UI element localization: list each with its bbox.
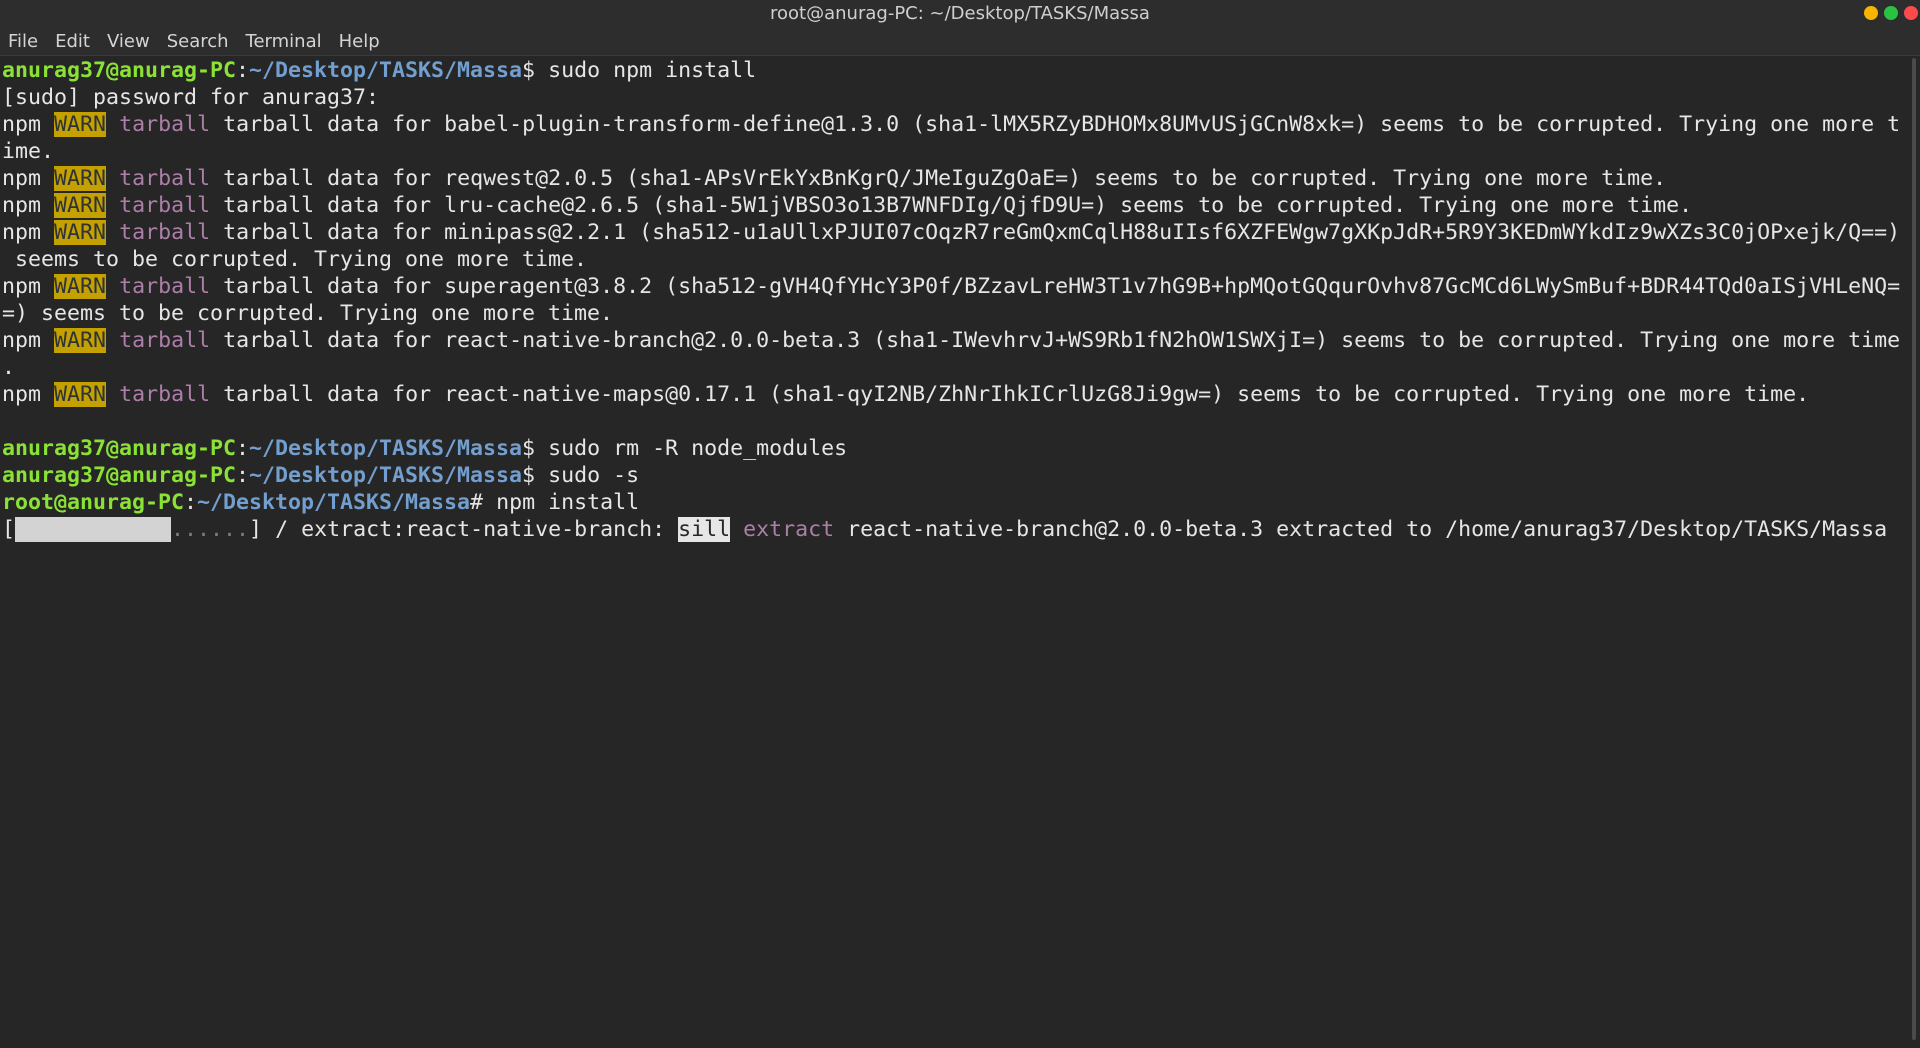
warn-message: tarball data for babel-plugin-transform-… [210, 112, 1901, 137]
warn-badge: WARN [54, 274, 107, 299]
prompt-user: anurag37@anurag-PC [2, 463, 237, 488]
terminal-line: root@anurag-PC:~/Desktop/TASKS/Massa# np… [2, 489, 1902, 516]
npm-label: npm [2, 193, 42, 218]
progress-status: / extract:react-native-branch: [262, 517, 679, 542]
terminal-line: anurag37@anurag-PC:~/Desktop/TASKS/Massa… [2, 435, 1902, 462]
prompt-symbol: $ [522, 463, 536, 488]
npm-label: npm [2, 220, 42, 245]
menu-help[interactable]: Help [339, 31, 380, 52]
prompt-path: ~/Desktop/TASKS/Massa [249, 463, 523, 488]
prompt-user: anurag37@anurag-PC [2, 436, 237, 461]
warn-message: tarball data for lru-cache@2.6.5 (sha1-5… [210, 193, 1693, 218]
extract-tag: extract [730, 517, 835, 542]
command-text: npm install [483, 490, 640, 515]
npm-label: npm [2, 112, 42, 137]
menu-file[interactable]: File [8, 31, 38, 52]
terminal-line: anurag37@anurag-PC:~/Desktop/TASKS/Massa… [2, 462, 1902, 489]
output-text: ime. [2, 139, 55, 164]
terminal-line: [sudo] password for anurag37: [2, 84, 1902, 111]
tarball-tag: tarball [119, 112, 211, 137]
terminal-line: ime. [2, 138, 1902, 165]
output-text: . [2, 355, 16, 380]
prompt-user: anurag37@anurag-PC [2, 58, 237, 83]
sill-badge: sill [678, 517, 731, 542]
warn-message: tarball data for reqwest@2.0.5 (sha1-APs… [210, 166, 1667, 191]
command-text: sudo -s [535, 463, 640, 488]
warn-badge: WARN [54, 112, 107, 137]
npm-label: npm [2, 166, 42, 191]
warn-message: tarball data for minipass@2.2.1 (sha512-… [210, 220, 1901, 245]
title-bar: root@anurag-PC: ~/Desktop/TASKS/Massa [0, 0, 1920, 27]
terminal-line: [############......] / extract:react-nat… [2, 516, 1902, 543]
prompt-symbol: # [470, 490, 484, 515]
prompt-separator: : [236, 58, 250, 83]
terminal-line: . [2, 354, 1902, 381]
npm-label: npm [2, 382, 42, 407]
output-text: seems to be corrupted. Trying one more t… [2, 247, 588, 272]
prompt-path: ~/Desktop/TASKS/Massa [249, 58, 523, 83]
npm-label: npm [2, 328, 42, 353]
prompt-separator: : [236, 436, 250, 461]
command-text: sudo npm install [535, 58, 757, 83]
tarball-tag: tarball [119, 220, 211, 245]
prompt-user: root@anurag-PC [2, 490, 185, 515]
warn-badge: WARN [54, 193, 107, 218]
progress-open: [ [2, 517, 16, 542]
scrollbar[interactable] [1912, 58, 1916, 1040]
tarball-tag: tarball [119, 193, 211, 218]
prompt-separator: : [236, 463, 250, 488]
terminal-line: npm WARN tarball tarball data for babel-… [2, 111, 1902, 138]
close-button[interactable] [1904, 6, 1918, 20]
menu-view[interactable]: View [107, 31, 150, 52]
warn-message: tarball data for react-native-maps@0.17.… [210, 382, 1810, 407]
terminal-line: npm WARN tarball tarball data for react-… [2, 381, 1902, 408]
npm-label: npm [2, 274, 42, 299]
terminal-window: root@anurag-PC: ~/Desktop/TASKS/Massa Fi… [0, 0, 1920, 1048]
terminal-line: =) seems to be corrupted. Trying one mor… [2, 300, 1902, 327]
menu-bar: File Edit View Search Terminal Help [0, 27, 1920, 55]
terminal-line: npm WARN tarball tarball data for react-… [2, 327, 1902, 354]
tarball-tag: tarball [119, 328, 211, 353]
prompt-path: ~/Desktop/TASKS/Massa [197, 490, 471, 515]
minimize-button[interactable] [1864, 6, 1878, 20]
progress-message: react-native-branch@2.0.0-beta.3 extract… [834, 517, 1888, 542]
prompt-separator: : [184, 490, 198, 515]
output-text: =) seems to be corrupted. Trying one mor… [2, 301, 614, 326]
prompt-symbol: $ [522, 58, 536, 83]
menu-terminal[interactable]: Terminal [246, 31, 322, 52]
command-text: sudo rm -R node_modules [535, 436, 848, 461]
terminal-line: seems to be corrupted. Trying one more t… [2, 246, 1902, 273]
terminal-output[interactable]: anurag37@anurag-PC:~/Desktop/TASKS/Massa… [2, 57, 1902, 543]
progress-bar-remaining: ...... [171, 517, 250, 542]
progress-close: ] [249, 517, 263, 542]
terminal-line: anurag37@anurag-PC:~/Desktop/TASKS/Massa… [2, 57, 1902, 84]
tarball-tag: tarball [119, 274, 211, 299]
warn-message: tarball data for superagent@3.8.2 (sha51… [210, 274, 1901, 299]
terminal-line: npm WARN tarball tarball data for supera… [2, 273, 1902, 300]
menu-edit[interactable]: Edit [55, 31, 90, 52]
progress-bar-fill: ############ [15, 517, 172, 542]
output-text: [sudo] password for anurag37: [2, 85, 380, 110]
warn-badge: WARN [54, 382, 107, 407]
tarball-tag: tarball [119, 166, 211, 191]
window-title: root@anurag-PC: ~/Desktop/TASKS/Massa [770, 3, 1150, 24]
warn-badge: WARN [54, 220, 107, 245]
window-controls [1864, 6, 1918, 20]
menu-search[interactable]: Search [167, 31, 229, 52]
warn-message: tarball data for react-native-branch@2.0… [210, 328, 1901, 353]
terminal-line: npm WARN tarball tarball data for minipa… [2, 219, 1902, 246]
terminal-line: npm WARN tarball tarball data for reqwes… [2, 165, 1902, 192]
warn-badge: WARN [54, 166, 107, 191]
warn-badge: WARN [54, 328, 107, 353]
menu-divider [0, 55, 1920, 56]
terminal-line: npm WARN tarball tarball data for lru-ca… [2, 192, 1902, 219]
tarball-tag: tarball [119, 382, 211, 407]
maximize-button[interactable] [1884, 6, 1898, 20]
prompt-path: ~/Desktop/TASKS/Massa [249, 436, 523, 461]
prompt-symbol: $ [522, 436, 536, 461]
